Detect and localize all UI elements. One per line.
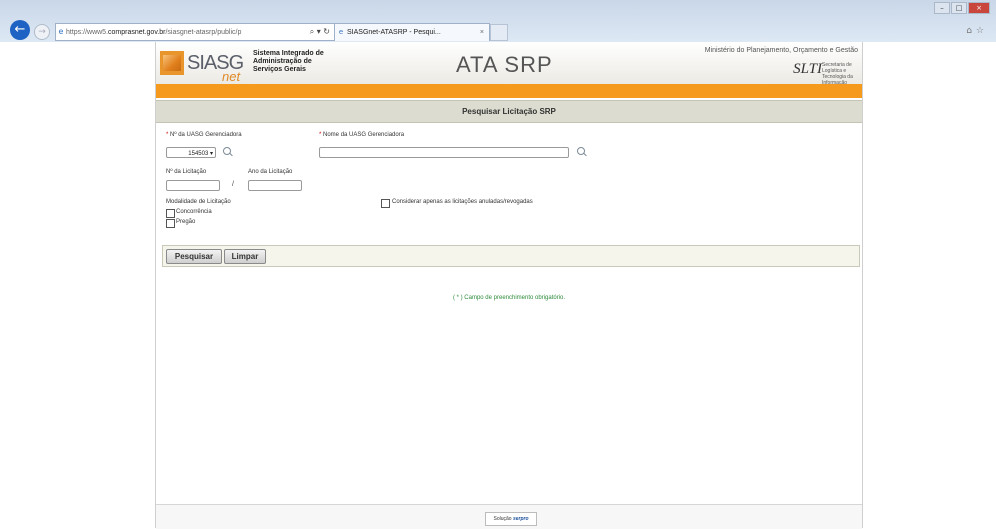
- browser-chrome: ← → e https://www5.comprasnet.gov.br/sias…: [0, 0, 996, 42]
- modalidade-label: Modalidade de Licitação: [166, 199, 231, 205]
- annulled-label: Considerar apenas as licitações anuladas…: [392, 199, 533, 205]
- system-name-line: Administração de: [253, 58, 312, 65]
- checkbox-annulled[interactable]: [381, 199, 390, 208]
- button-bar: Pesquisar Limpar: [162, 245, 860, 267]
- page: SIASG net Sistema Integrado de Administr…: [155, 42, 863, 529]
- checkbox-pregao[interactable]: [166, 219, 175, 228]
- clear-button[interactable]: Limpar: [224, 249, 266, 264]
- logo-net: net: [222, 69, 241, 84]
- uasg-num-field[interactable]: 154503 ▾: [166, 147, 216, 158]
- chevron-down-icon[interactable]: ▾: [210, 150, 213, 157]
- footer: Solução serpro: [156, 504, 862, 529]
- search-button[interactable]: Pesquisar: [166, 249, 222, 264]
- checkbox-concorrencia[interactable]: [166, 209, 175, 218]
- uasg-name-field[interactable]: [319, 147, 569, 158]
- minimize-icon[interactable]: –: [934, 2, 950, 14]
- maximize-icon[interactable]: □: [951, 2, 967, 14]
- uasg-name-label: * Nome da UASG Gerenciadora: [319, 132, 404, 138]
- window-controls: – □ ×: [933, 2, 990, 14]
- uasg-num-label-text: Nº da UASG Gerenciadora: [170, 132, 242, 138]
- address-prefix: https://www5.: [66, 29, 109, 36]
- licitacao-year-label: Ano da Licitação: [248, 169, 293, 175]
- header: SIASG net Sistema Integrado de Administr…: [156, 42, 862, 86]
- section-title: Pesquisar Licitação SRP: [156, 100, 862, 123]
- uasg-num-value: 154503: [188, 151, 209, 157]
- system-name: Sistema Integrado de Administração de Se…: [253, 50, 324, 74]
- ie-page-icon: e: [58, 27, 64, 36]
- address-path: /siasgnet-atasrp/public/p: [165, 29, 242, 36]
- address-host: comprasnet.gov.br: [108, 29, 166, 36]
- system-name-line: Serviços Gerais: [253, 66, 306, 73]
- separator: /: [232, 181, 234, 188]
- siasg-logo-icon: [160, 51, 184, 75]
- uasg-name-label-text: Nome da UASG Gerenciadora: [323, 132, 405, 138]
- slti-subtitle: Secretaria de Logística e Tecnologia da …: [822, 62, 853, 86]
- forward-arrow-icon[interactable]: →: [34, 24, 50, 40]
- back-arrow-icon[interactable]: ←: [10, 20, 30, 40]
- required-note: ( * ) Campo de preenchimento obrigatório…: [452, 295, 566, 301]
- licitacao-num-label: Nº da Licitação: [166, 169, 207, 175]
- slti-logo: SLTI: [793, 61, 822, 77]
- search-icon[interactable]: [577, 147, 588, 158]
- window-close-icon[interactable]: ×: [968, 2, 990, 14]
- tab-title: SIASGnet-ATASRP - Pesqui...: [347, 29, 441, 36]
- system-name-line: Sistema Integrado de: [253, 50, 324, 57]
- address-bar[interactable]: e https://www5.comprasnet.gov.br/siasgnet…: [55, 23, 335, 41]
- browser-tool-icons[interactable]: ⌂☆: [966, 26, 988, 36]
- ie-page-icon: e: [338, 28, 344, 36]
- page-title: ATA SRP: [456, 52, 553, 77]
- licitacao-year-field[interactable]: [248, 180, 302, 191]
- serpro-badge[interactable]: Solução serpro: [485, 512, 537, 526]
- close-icon[interactable]: ×: [480, 24, 484, 41]
- browser-tab[interactable]: e SIASGnet-ATASRP - Pesqui... ×: [334, 23, 490, 41]
- checkbox-label: Concorrência: [176, 209, 212, 215]
- badge-prefix: Solução: [493, 516, 512, 522]
- new-tab-button[interactable]: [490, 24, 508, 41]
- serpro-logo: serpro: [512, 516, 529, 522]
- licitacao-num-field[interactable]: [166, 180, 220, 191]
- uasg-num-label: * Nº da UASG Gerenciadora: [166, 132, 242, 138]
- orange-accent-bar: [156, 84, 862, 98]
- search-icon[interactable]: [223, 147, 234, 158]
- address-tools[interactable]: ⌕ ▾ ↻: [310, 24, 330, 40]
- ministry-label: Ministério do Planejamento, Orçamento e …: [704, 47, 858, 54]
- checkbox-label: Pregão: [176, 219, 196, 225]
